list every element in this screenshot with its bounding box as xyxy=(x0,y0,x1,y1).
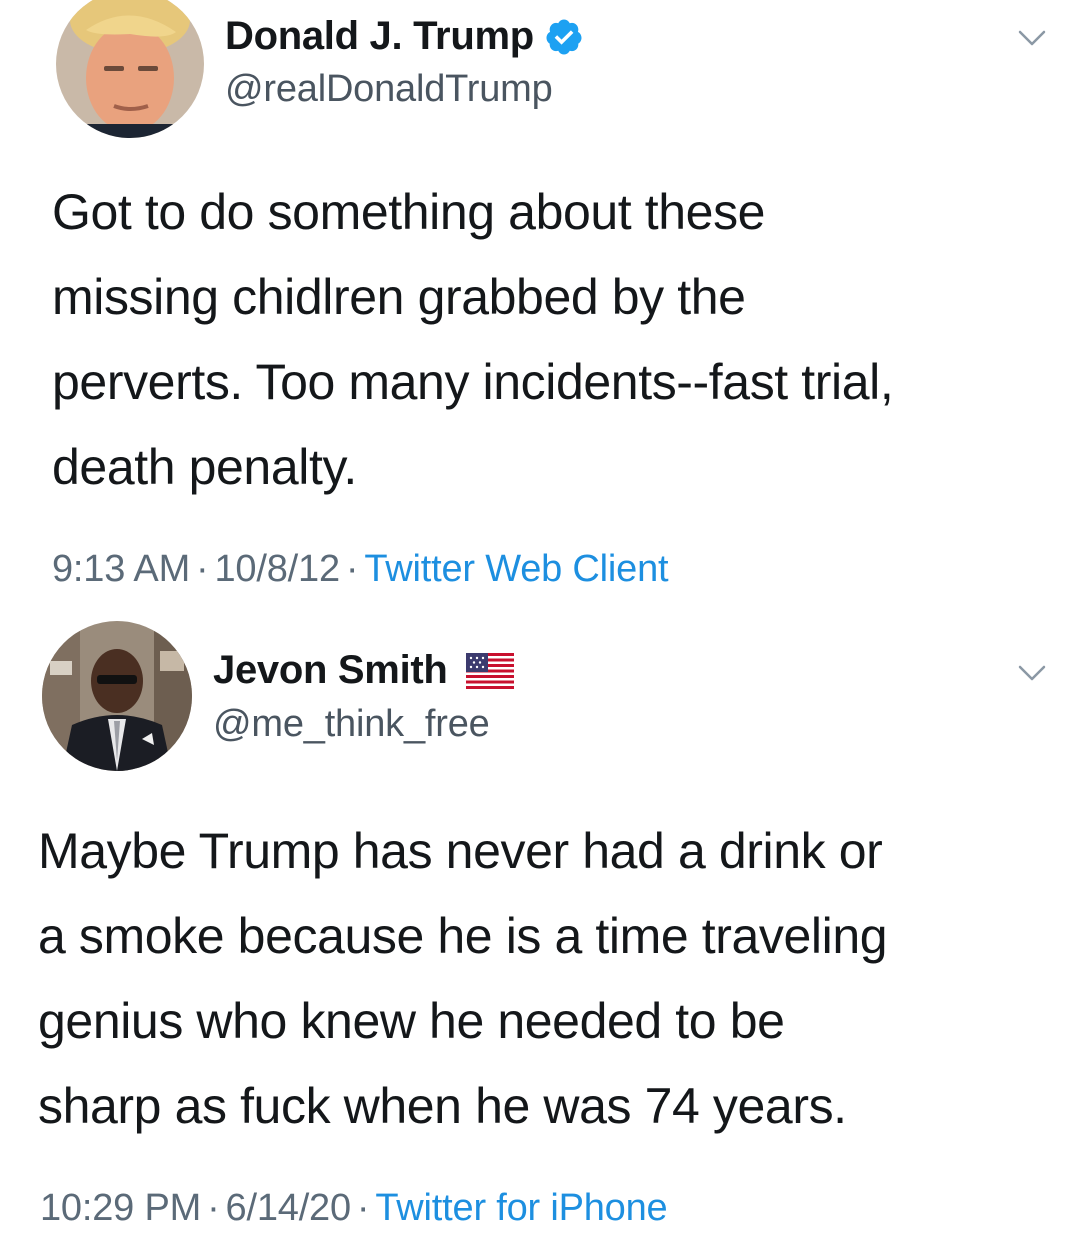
tweet-date[interactable]: 6/14/20 xyxy=(226,1187,352,1229)
tweet-source-link[interactable]: Twitter for iPhone xyxy=(375,1187,667,1229)
us-flag-icon xyxy=(465,652,514,689)
handle[interactable]: @realDonaldTrump xyxy=(225,68,553,111)
meta-separator: · xyxy=(207,1187,220,1229)
tweet-text: Maybe Trump has never had a drink or a s… xyxy=(38,823,888,1134)
author-name-row[interactable]: Jevon Smith xyxy=(213,648,514,693)
verified-icon xyxy=(544,17,584,57)
tweet-meta: 9:13 AM · 10/8/12 · Twitter Web Client xyxy=(52,548,669,591)
tweet-source-link[interactable]: Twitter Web Client xyxy=(364,548,668,590)
tweet-date[interactable]: 10/8/12 xyxy=(215,548,341,590)
avatar[interactable] xyxy=(56,0,204,138)
tweet: Jevon Smith @me_think_free Maybe Trump h… xyxy=(0,615,1080,1246)
handle[interactable]: @me_think_free xyxy=(213,703,490,746)
tweet: Donald J. Trump @realDonaldTrump Got to … xyxy=(0,0,1080,615)
chevron-down-icon[interactable] xyxy=(1012,18,1052,58)
display-name[interactable]: Jevon Smith xyxy=(213,648,448,693)
meta-separator: · xyxy=(356,1187,370,1229)
tweet-text: Got to do something about these missing … xyxy=(52,184,894,495)
avatar[interactable] xyxy=(42,621,192,771)
tweet-time[interactable]: 9:13 AM xyxy=(52,548,190,590)
chevron-down-icon[interactable] xyxy=(1012,653,1052,693)
tweet-meta: 10:29 PM · 6/14/20 · Twitter for iPhone xyxy=(40,1187,668,1230)
meta-separator: · xyxy=(196,548,209,590)
display-name[interactable]: Donald J. Trump xyxy=(225,14,534,59)
tweet-time[interactable]: 10:29 PM xyxy=(40,1187,201,1229)
author-name-row[interactable]: Donald J. Trump xyxy=(225,14,584,59)
meta-separator: · xyxy=(345,548,359,590)
avatar-image xyxy=(56,0,204,138)
avatar-image xyxy=(42,621,192,771)
